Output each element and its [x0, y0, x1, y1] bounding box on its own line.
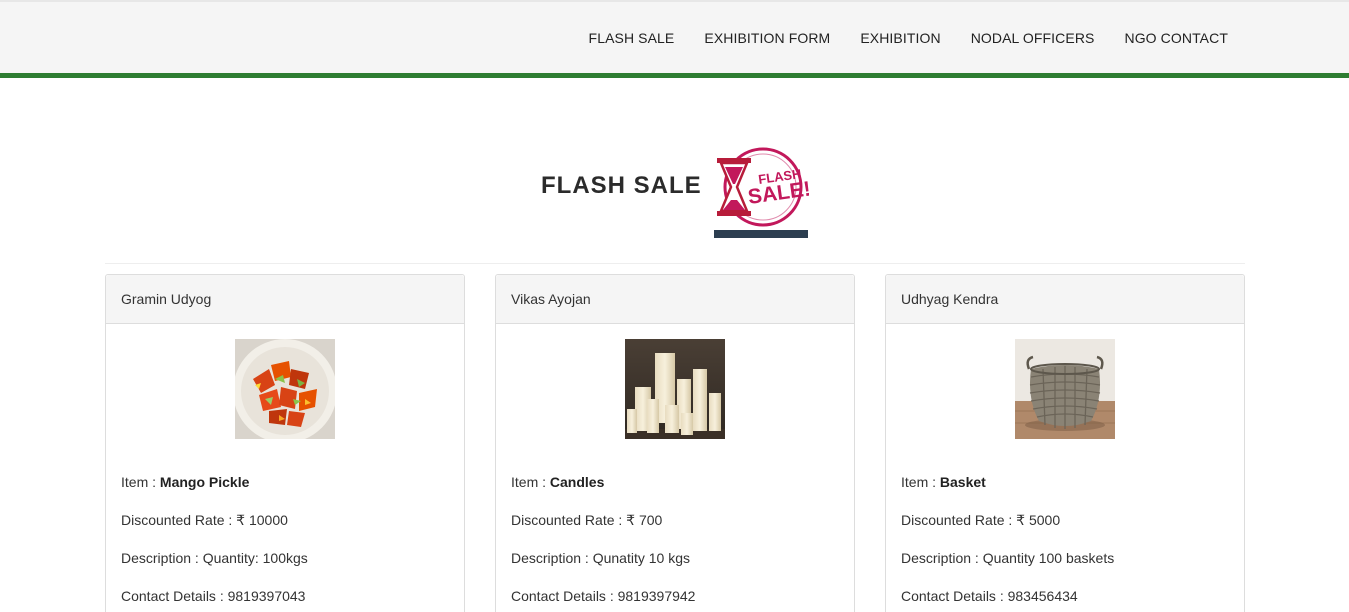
product-image-basket[interactable]	[1015, 339, 1115, 439]
contact-value: 9819397043	[227, 588, 306, 604]
description-line: Description : Quantity 100 baskets	[901, 550, 1115, 566]
item-line: Item : Mango Pickle	[121, 474, 250, 490]
description-value: Quantity 100 baskets	[982, 550, 1115, 566]
flash-sale-logo: FLASH SALE!	[713, 144, 812, 238]
card-seller-name: Gramin Udyog	[106, 275, 464, 324]
product-card: Gramin Udyog Item: Mango Pickle Discoun…	[105, 274, 465, 612]
contact-value: 983456434	[1007, 588, 1078, 604]
contact-line: Contact Details : 983456434	[901, 588, 1078, 604]
nav-exhibition[interactable]: EXHIBITION	[845, 28, 955, 48]
nav-exhibition-form[interactable]: EXHIBITION FORM	[689, 28, 845, 48]
description-value: Qunatity 10 kgs	[592, 550, 690, 566]
discounted-rate: ₹ 700	[626, 512, 663, 528]
item-name: Mango Pickle	[159, 474, 250, 490]
contact-value: 9819397942	[617, 588, 696, 604]
item-name: Candles	[549, 474, 605, 490]
card-seller-name: Vikas Ayojan	[496, 275, 854, 324]
nav-ngo-contact[interactable]: NGO CONTACT	[1109, 28, 1243, 48]
page-title: FLASH SALE	[541, 172, 702, 199]
rate-line: Discounted Rate : ₹ 10000	[121, 512, 288, 528]
nav-nodal-officers[interactable]: NODAL OFFICERS	[956, 28, 1110, 48]
divider	[105, 263, 1245, 264]
rate-line: Discounted Rate : ₹ 5000	[901, 512, 1061, 528]
discounted-rate: ₹ 5000	[1016, 512, 1061, 528]
discounted-rate: ₹ 10000	[236, 512, 288, 528]
svg-text:SALE!: SALE!	[746, 177, 809, 209]
contact-line: Contact Details : 9819397942	[511, 588, 696, 604]
product-image-candles[interactable]	[625, 339, 725, 439]
contact-line: Contact Details : 9819397043	[121, 588, 306, 604]
item-name: Basket	[939, 474, 986, 490]
main-nav: FLASH SALE EXHIBITION FORM EXHIBITION NO…	[574, 28, 1243, 48]
description-line: Description : Quantity: 100kgs	[121, 550, 308, 566]
rate-line: Discounted Rate : ₹ 700	[511, 512, 663, 528]
top-navbar: FLASH SALE EXHIBITION FORM EXHIBITION NO…	[0, 0, 1349, 78]
page-header: FLASH SALE FLASH SALE!	[0, 138, 1349, 242]
description-line: Description : Qunatity 10 kgs	[511, 550, 690, 566]
card-seller-name: Udhyag Kendra	[886, 275, 1244, 324]
item-line: Item : Basket	[901, 474, 986, 490]
item-line: Item : Candles	[511, 474, 605, 490]
product-image-mango-pickle[interactable]	[235, 339, 335, 439]
nav-flash-sale[interactable]: FLASH SALE	[574, 28, 690, 48]
description-value: Quantity: 100kgs	[202, 550, 308, 566]
product-card: Udhyag Kendra Item : Basket Discounted R…	[885, 274, 1245, 612]
product-card: Vikas Ayojan Item : Candles Discounted R…	[495, 274, 855, 612]
